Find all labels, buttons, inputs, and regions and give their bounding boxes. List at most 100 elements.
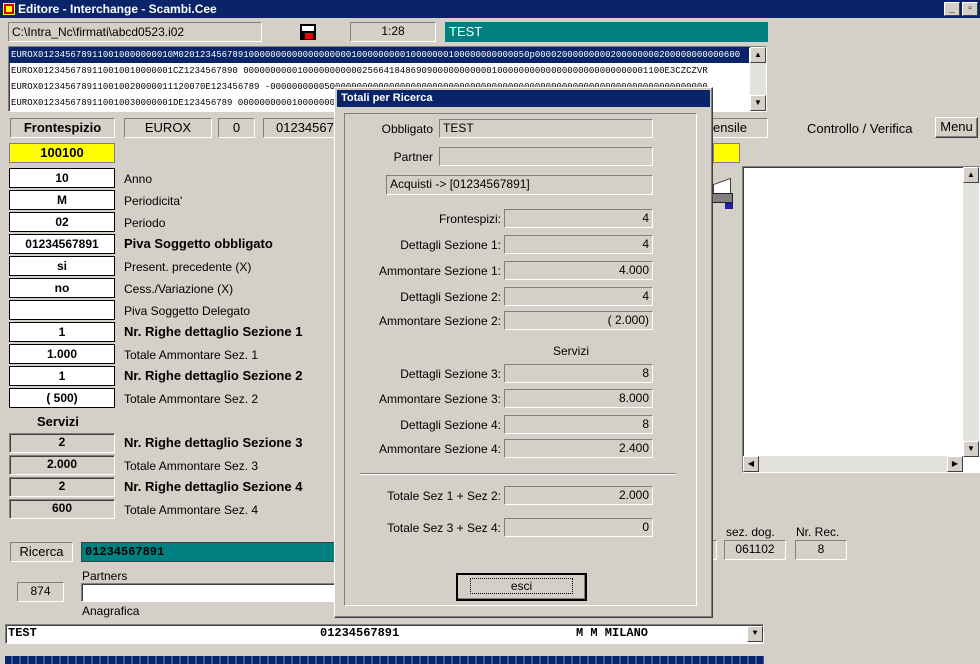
- chevron-down-icon[interactable]: ▼: [747, 626, 763, 642]
- dialog-row-label: Ammontare Sezione 2:: [378, 314, 501, 328]
- nr-rec-field: 8: [795, 540, 847, 560]
- record-row-selected[interactable]: EUROX0123456789110010000000010M020123456…: [9, 47, 749, 63]
- scroll-left-icon[interactable]: ◀: [743, 456, 759, 472]
- menu-button[interactable]: Menu: [935, 117, 978, 138]
- form-field-label: Periodicita': [124, 194, 183, 208]
- servizi-value-field: 600: [9, 499, 115, 519]
- form-value-field[interactable]: no: [9, 278, 115, 298]
- dialog-row-label: Ammontare Sezione 4:: [378, 442, 501, 456]
- totale-12-label: Totale Sez 1 + Sez 2:: [387, 489, 501, 503]
- scroll-down-icon[interactable]: ▼: [750, 95, 766, 111]
- notes-hscrollbar[interactable]: ◀ ▶: [743, 456, 963, 472]
- form-value-field[interactable]: 1: [9, 366, 115, 386]
- zero-field: 0: [218, 118, 255, 138]
- form-value-field[interactable]: 02: [9, 212, 115, 232]
- dialog-row-value: 2.400: [504, 439, 653, 458]
- notes-vscrollbar[interactable]: ▲ ▼: [963, 167, 979, 457]
- dialog-row-value: 8.000: [504, 389, 653, 408]
- scroll-up-icon[interactable]: ▲: [750, 47, 766, 63]
- form-value-field[interactable]: ( 500): [9, 388, 115, 408]
- form-field-label: Anno: [124, 172, 153, 186]
- form-field-label: Present. precedente (X): [124, 260, 252, 274]
- progress-strip: [5, 656, 764, 664]
- dialog-row-label: Dettagli Sezione 2:: [400, 290, 501, 304]
- partners-label: Partners: [82, 569, 128, 583]
- servizi-field-label: Nr. Righe dettaglio Sezione 3: [124, 435, 303, 450]
- select-city: M M MILANO: [576, 626, 649, 640]
- flag-icon: [300, 24, 316, 40]
- window-title-bar: Editore - Interchange - Scambi.Cee: [0, 0, 980, 18]
- app-icon: [3, 3, 15, 15]
- obbligato-label: Obbligato: [381, 122, 433, 136]
- form-value-field[interactable]: si: [9, 256, 115, 276]
- printer-icon[interactable]: [711, 177, 733, 209]
- dialog-row-label: Frontespizi:: [438, 212, 501, 226]
- dialog-divider: [360, 473, 676, 475]
- record-row[interactable]: EUROX0123456789110010010000001CZ12345678…: [9, 63, 749, 79]
- scroll-down-icon[interactable]: ▼: [963, 441, 979, 457]
- dialog-row-value: 4: [504, 235, 653, 254]
- form-value-field[interactable]: [9, 300, 115, 320]
- dialog-row-value: 4.000: [504, 261, 653, 280]
- dialog-row-label: Ammontare Sezione 3:: [378, 392, 501, 406]
- form-value-field[interactable]: 1.000: [9, 344, 115, 364]
- eurox-field: EUROX: [124, 118, 212, 138]
- form-field-label: Nr. Righe dettaglio Sezione 2: [124, 368, 303, 383]
- servizi-field-label: Nr. Righe dettaglio Sezione 4: [124, 479, 303, 494]
- environment-field: TEST: [445, 22, 768, 42]
- select-piva: 01234567891: [320, 626, 400, 640]
- dialog-row-label: Dettagli Sezione 3:: [400, 367, 501, 381]
- time-field: 1:28: [350, 22, 436, 42]
- partners-input[interactable]: [81, 583, 336, 602]
- form-value-field[interactable]: 01234567891: [9, 234, 115, 254]
- sez-dog-label: sez. dog.: [726, 525, 775, 539]
- dialog-title: Totali per Ricerca: [337, 90, 710, 107]
- servizi-value-field: 2.000: [9, 455, 115, 475]
- form-field-label: Totale Ammontare Sez. 2: [124, 392, 259, 406]
- minimize-button[interactable]: _: [944, 2, 960, 16]
- dialog-row-value: 4: [504, 287, 653, 306]
- form-value-field[interactable]: M: [9, 190, 115, 210]
- ricerca-label: Ricerca: [10, 542, 73, 562]
- records-scrollbar[interactable]: ▲ ▼: [750, 47, 766, 111]
- scroll-up-icon[interactable]: ▲: [963, 167, 979, 183]
- servizi-field-label: Totale Ammontare Sez. 3: [124, 459, 259, 473]
- code-field[interactable]: 100100: [9, 143, 115, 163]
- tab-frontespizio[interactable]: Frontespizio: [10, 118, 115, 138]
- totale-12-field: 2.000: [504, 486, 653, 505]
- esci-button[interactable]: esci: [456, 573, 587, 601]
- totale-34-label: Totale Sez 3 + Sez 4:: [387, 521, 501, 535]
- dialog-row-value: ( 2.000): [504, 311, 653, 330]
- dialog-row-value: 8: [504, 364, 653, 383]
- partner-select[interactable]: TEST 01234567891 M M MILANO ▼: [5, 624, 764, 644]
- form-field-label: Periodo: [124, 216, 166, 230]
- servizi-field-label: Totale Ammontare Sez. 4: [124, 503, 259, 517]
- esci-label: esci: [469, 578, 574, 594]
- form-value-field[interactable]: 1: [9, 322, 115, 342]
- restore-button[interactable]: ▫: [962, 2, 978, 16]
- ricerca-field[interactable]: 01234567891: [81, 542, 336, 562]
- servizi-value-field: 2: [9, 477, 115, 497]
- form-field-label: Piva Soggetto Delegato: [124, 304, 251, 318]
- yellow-field-right[interactable]: [713, 143, 740, 163]
- notes-textarea[interactable]: ▲ ▼ ◀ ▶: [742, 166, 980, 473]
- dialog-row-value: 8: [504, 415, 653, 434]
- nr-rec-label: Nr. Rec.: [796, 525, 840, 539]
- dialog-row-label: Dettagli Sezione 4:: [400, 418, 501, 432]
- servizi-value-field: 2: [9, 433, 115, 453]
- partner-label: Partner: [393, 150, 433, 164]
- sez-dog-field: 061102: [724, 540, 786, 560]
- scroll-right-icon[interactable]: ▶: [947, 456, 963, 472]
- form-field-label: Piva Soggetto obbligato: [124, 236, 273, 251]
- piva-header-field: 01234567891: [263, 118, 343, 138]
- form-value-field[interactable]: 10: [9, 168, 115, 188]
- obbligato-field: TEST: [439, 119, 653, 138]
- totale-34-field: 0: [504, 518, 653, 537]
- partner-field: [439, 147, 653, 166]
- form-field-label: Cess./Variazione (X): [124, 282, 234, 296]
- totali-dialog: Totali per Ricerca Obbligato TEST Partne…: [334, 87, 713, 618]
- select-name: TEST: [8, 626, 37, 640]
- form-field-label: Nr. Righe dettaglio Sezione 1: [124, 324, 303, 339]
- controllo-verifica-label: Controllo / Verifica: [807, 121, 913, 136]
- partners-count: 874: [17, 582, 64, 602]
